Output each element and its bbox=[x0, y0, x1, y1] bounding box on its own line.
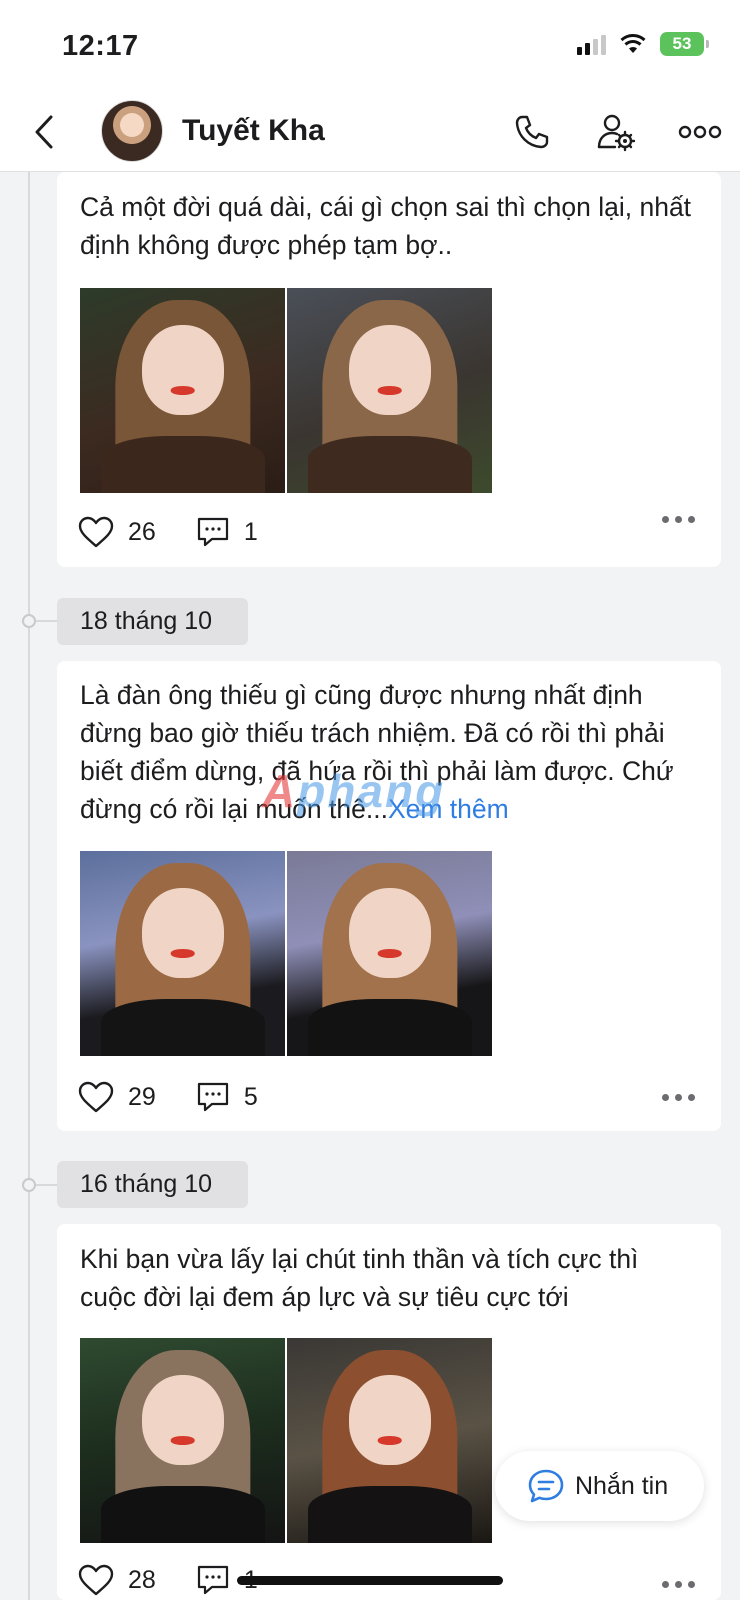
home-indicator bbox=[237, 1576, 503, 1585]
post-photo[interactable] bbox=[80, 851, 285, 1056]
post-card[interactable]: Là đàn ông thiếu gì cũng được nhưng nhất… bbox=[57, 661, 721, 1131]
profile-header: Tuyết Kha bbox=[0, 94, 740, 172]
like-count: 29 bbox=[128, 1082, 156, 1111]
like-button[interactable]: 26 bbox=[78, 516, 156, 548]
post-actions: 29 5 bbox=[78, 1081, 298, 1113]
post-photo[interactable] bbox=[80, 1338, 285, 1543]
status-bar: 12:17 53 bbox=[0, 0, 740, 94]
post-text: Cả một đời quá dài, cái gì chọn sai thì … bbox=[80, 192, 692, 260]
like-button[interactable]: 29 bbox=[78, 1081, 156, 1113]
avatar[interactable] bbox=[101, 100, 163, 162]
more-options-button[interactable] bbox=[678, 110, 722, 154]
watermark: Aphang bbox=[262, 764, 445, 818]
like-count: 28 bbox=[128, 1565, 156, 1594]
post-card[interactable]: Cả một đời quá dài, cái gì chọn sai thì … bbox=[57, 172, 721, 567]
comment-icon bbox=[197, 1082, 228, 1112]
back-chevron-icon bbox=[35, 115, 53, 149]
timeline-dot bbox=[22, 614, 36, 628]
post-photos bbox=[80, 288, 492, 493]
user-settings-icon bbox=[597, 114, 636, 152]
wifi-icon bbox=[620, 34, 646, 53]
signal-icon bbox=[577, 33, 606, 55]
comment-icon bbox=[197, 517, 228, 547]
post-photo[interactable] bbox=[287, 851, 492, 1056]
timeline-line bbox=[28, 172, 30, 1600]
heart-icon bbox=[78, 516, 114, 548]
comment-count: 5 bbox=[243, 1082, 258, 1111]
timeline-dot bbox=[22, 1178, 36, 1192]
post-photo[interactable] bbox=[287, 1338, 492, 1543]
post-more-button[interactable] bbox=[662, 516, 695, 523]
more-icon bbox=[678, 125, 722, 139]
post-actions: 26 1 bbox=[78, 516, 298, 548]
post-more-button[interactable] bbox=[662, 1094, 695, 1101]
post-card[interactable]: Khi bạn vừa lấy lại chút tinh thần và tí… bbox=[57, 1224, 721, 1600]
heart-icon bbox=[78, 1564, 114, 1596]
comment-count: 1 bbox=[243, 517, 258, 546]
watermark-part-1: A bbox=[262, 765, 298, 817]
post-more-button[interactable] bbox=[662, 1581, 695, 1588]
call-button[interactable] bbox=[510, 110, 554, 154]
post-photos bbox=[80, 851, 492, 1056]
like-button[interactable]: 28 bbox=[78, 1564, 156, 1596]
post-photos bbox=[80, 1338, 492, 1543]
timeline-tick bbox=[36, 1184, 57, 1186]
date-label: 16 tháng 10 bbox=[57, 1161, 248, 1208]
comment-button[interactable]: 5 bbox=[196, 1081, 258, 1113]
battery-level: 53 bbox=[672, 34, 692, 53]
profile-name[interactable]: Tuyết Kha bbox=[182, 114, 325, 148]
watermark-part-2: phang bbox=[297, 765, 446, 817]
comment-icon bbox=[197, 1565, 228, 1595]
message-button-label: Nhắn tin bbox=[575, 1471, 669, 1500]
battery-icon: 53 bbox=[660, 32, 709, 56]
date-label: 18 tháng 10 bbox=[57, 598, 248, 645]
post-text: Khi bạn vừa lấy lại chút tinh thần và tí… bbox=[80, 1244, 639, 1312]
status-time: 12:17 bbox=[62, 30, 139, 62]
phone-icon bbox=[515, 115, 549, 149]
timeline-tick bbox=[36, 620, 57, 622]
like-count: 26 bbox=[128, 517, 156, 546]
comment-button[interactable]: 1 bbox=[196, 516, 258, 548]
chat-bubble-icon bbox=[528, 1469, 564, 1503]
back-button[interactable] bbox=[24, 110, 64, 154]
heart-icon bbox=[78, 1081, 114, 1113]
message-button[interactable]: Nhắn tin bbox=[495, 1451, 704, 1521]
post-photo[interactable] bbox=[287, 288, 492, 493]
post-photo[interactable] bbox=[80, 288, 285, 493]
profile-settings-button[interactable] bbox=[594, 110, 638, 154]
status-icons: 53 bbox=[577, 32, 709, 56]
